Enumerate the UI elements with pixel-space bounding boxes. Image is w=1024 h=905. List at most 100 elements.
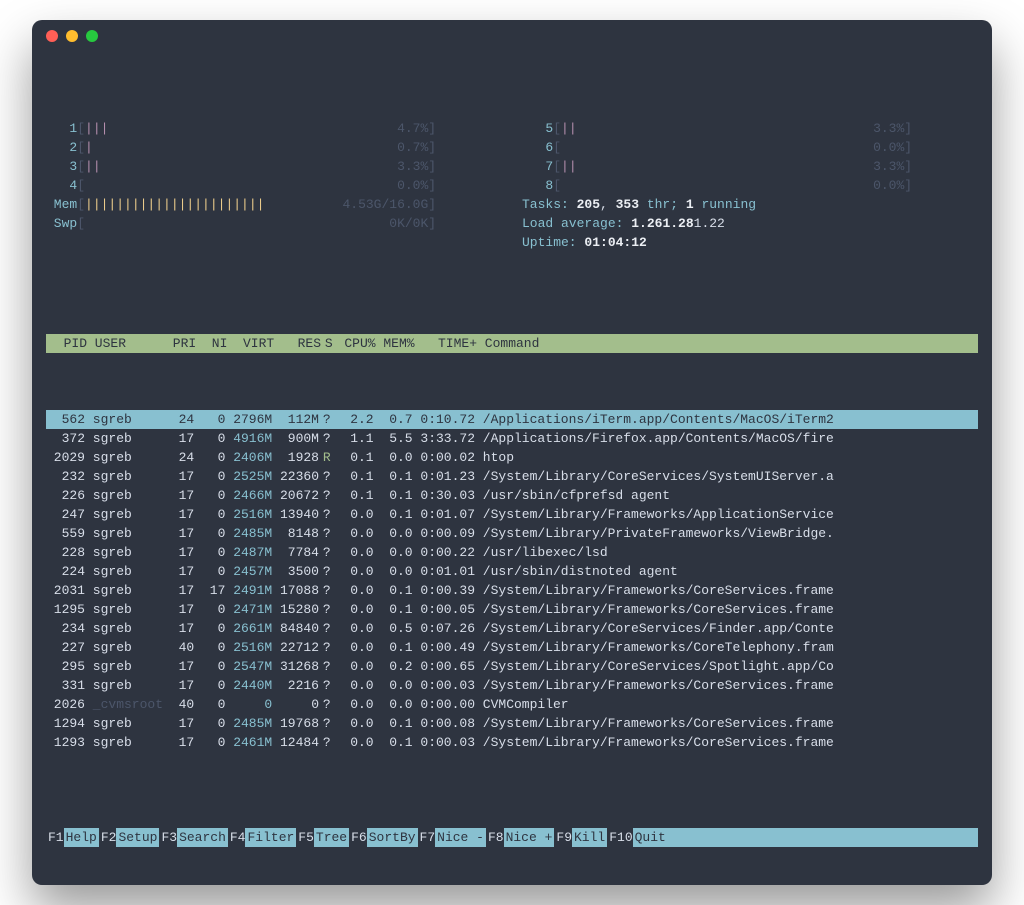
mem-meter: Mem[||||||||||||||||||||||| 4.53G/16.0G] — [46, 195, 502, 214]
ni: 0 — [194, 600, 225, 619]
meter-label: 6 — [522, 138, 553, 157]
ni: 0 — [194, 467, 225, 486]
user: sgreb — [85, 524, 163, 543]
virt: 2471M — [225, 600, 272, 619]
command: /usr/sbin/cfprefsd agent — [475, 486, 978, 505]
process-row[interactable]: 224sgreb1702457M3500?0.00.00:01.01/usr/s… — [46, 562, 978, 581]
fkey-label-setup[interactable]: Setup — [116, 828, 159, 847]
fkey-f4: F4 — [228, 828, 246, 847]
time: 0:10.72 — [413, 410, 475, 429]
maximize-icon[interactable] — [86, 30, 98, 42]
meter-label: Mem — [46, 195, 77, 214]
pid: 2026 — [46, 695, 85, 714]
fkey-f5: F5 — [296, 828, 314, 847]
cpu: 0.1 — [335, 486, 374, 505]
meter-label: Swp — [46, 214, 77, 233]
mem: 0.1 — [374, 600, 413, 619]
process-row[interactable]: 247sgreb1702516M13940?0.00.10:01.07/Syst… — [46, 505, 978, 524]
cpu: 0.0 — [335, 524, 374, 543]
virt: 2525M — [225, 467, 272, 486]
fkey-label-tree[interactable]: Tree — [314, 828, 349, 847]
meter-bar: [ 0.0%] — [553, 138, 978, 157]
process-list[interactable]: 562sgreb2402796M112M?2.20.70:10.72/Appli… — [46, 410, 978, 752]
fkey-f10: F10 — [607, 828, 632, 847]
tasks-summary: Tasks: 205, 353 thr; 1 running — [522, 195, 978, 214]
process-row[interactable]: 562sgreb2402796M112M?2.20.70:10.72/Appli… — [46, 410, 978, 429]
user: _cvmsroot — [85, 695, 163, 714]
process-row[interactable]: 228sgreb1702487M7784?0.00.00:00.22/usr/l… — [46, 543, 978, 562]
minimize-icon[interactable] — [66, 30, 78, 42]
pid: 1295 — [46, 600, 85, 619]
process-row[interactable]: 2029sgreb2402406M1928R0.10.00:00.02htop — [46, 448, 978, 467]
process-row[interactable]: 227sgreb4002516M22712?0.00.10:00.49/Syst… — [46, 638, 978, 657]
table-header[interactable]: PIDUSERPRINIVIRTRESSCPU%MEM%TIME+Command — [46, 334, 978, 353]
ni: 0 — [194, 543, 225, 562]
cpu: 0.0 — [335, 543, 374, 562]
process-row[interactable]: 372sgreb1704916M900M?1.15.53:33.72/Appli… — [46, 429, 978, 448]
cpu-meter: 1[||| 4.7%] — [46, 119, 502, 138]
res: 12484 — [272, 733, 319, 752]
cpu: 0.0 — [335, 505, 374, 524]
virt: 2440M — [225, 676, 272, 695]
uptime: Uptime: 01:04:12 — [522, 233, 978, 252]
fkey-label-quit[interactable]: Quit — [633, 828, 978, 847]
user: sgreb — [85, 733, 163, 752]
ni: 0 — [194, 429, 225, 448]
process-row[interactable]: 2026_cvmsroot40000?0.00.00:00.00CVMCompi… — [46, 695, 978, 714]
fkey-label-help[interactable]: Help — [64, 828, 99, 847]
res: 3500 — [272, 562, 319, 581]
pid: 331 — [46, 676, 85, 695]
mem: 0.5 — [374, 619, 413, 638]
command: /System/Library/CoreServices/Finder.app/… — [475, 619, 978, 638]
fkey-label-filter[interactable]: Filter — [245, 828, 296, 847]
process-row[interactable]: 1294sgreb1702485M19768?0.00.10:00.08/Sys… — [46, 714, 978, 733]
htop-screen[interactable]: 1[||| 4.7%]2[| 0.7%]3[|| 3.3%]4[ 0.0%]Me… — [32, 52, 992, 885]
mem: 0.0 — [374, 448, 413, 467]
close-icon[interactable] — [46, 30, 58, 42]
res: 8148 — [272, 524, 319, 543]
res: 112M — [272, 410, 319, 429]
pri: 24 — [163, 448, 194, 467]
fkey-label-sortby[interactable]: SortBy — [367, 828, 418, 847]
process-row[interactable]: 1293sgreb1702461M12484?0.00.10:00.03/Sys… — [46, 733, 978, 752]
time: 0:00.02 — [413, 448, 475, 467]
process-row[interactable]: 232sgreb1702525M22360?0.10.10:01.23/Syst… — [46, 467, 978, 486]
pri: 17 — [163, 714, 194, 733]
cpu-meter: 8[ 0.0%] — [522, 176, 978, 195]
process-row[interactable]: 559sgreb1702485M8148?0.00.00:00.09/Syste… — [46, 524, 978, 543]
command: /System/Library/Frameworks/CoreServices.… — [475, 714, 978, 733]
cpu: 0.0 — [335, 657, 374, 676]
command: htop — [475, 448, 978, 467]
process-row[interactable]: 295sgreb1702547M31268?0.00.20:00.65/Syst… — [46, 657, 978, 676]
user: sgreb — [85, 429, 163, 448]
pri: 17 — [163, 676, 194, 695]
process-row[interactable]: 2031sgreb17172491M17088?0.00.10:00.39/Sy… — [46, 581, 978, 600]
fkey-label-nice -[interactable]: Nice - — [435, 828, 486, 847]
fkey-label-search[interactable]: Search — [177, 828, 228, 847]
user: sgreb — [85, 543, 163, 562]
virt: 2406M — [225, 448, 272, 467]
res: 19768 — [272, 714, 319, 733]
virt: 2457M — [225, 562, 272, 581]
cpu: 2.2 — [335, 410, 374, 429]
process-row[interactable]: 234sgreb1702661M84840?0.00.50:07.26/Syst… — [46, 619, 978, 638]
state: ? — [319, 657, 335, 676]
fkey-label-kill[interactable]: Kill — [572, 828, 607, 847]
pri: 17 — [163, 562, 194, 581]
user: sgreb — [85, 676, 163, 695]
pri: 17 — [163, 581, 194, 600]
cpu: 0.0 — [335, 733, 374, 752]
meter-bar: [||||||||||||||||||||||| 4.53G/16.0G] — [77, 195, 502, 214]
time: 0:00.49 — [413, 638, 475, 657]
mem: 0.0 — [374, 676, 413, 695]
process-row[interactable]: 1295sgreb1702471M15280?0.00.10:00.05/Sys… — [46, 600, 978, 619]
fkey-label-nice +[interactable]: Nice + — [504, 828, 555, 847]
cpu: 0.0 — [335, 676, 374, 695]
process-row[interactable]: 226sgreb1702466M20672?0.10.10:30.03/usr/… — [46, 486, 978, 505]
cpu: 0.1 — [335, 448, 374, 467]
process-row[interactable]: 331sgreb1702440M2216?0.00.00:00.03/Syste… — [46, 676, 978, 695]
fkey-f2: F2 — [99, 828, 117, 847]
virt: 2491M — [225, 581, 272, 600]
mem: 0.0 — [374, 562, 413, 581]
state: ? — [319, 505, 335, 524]
